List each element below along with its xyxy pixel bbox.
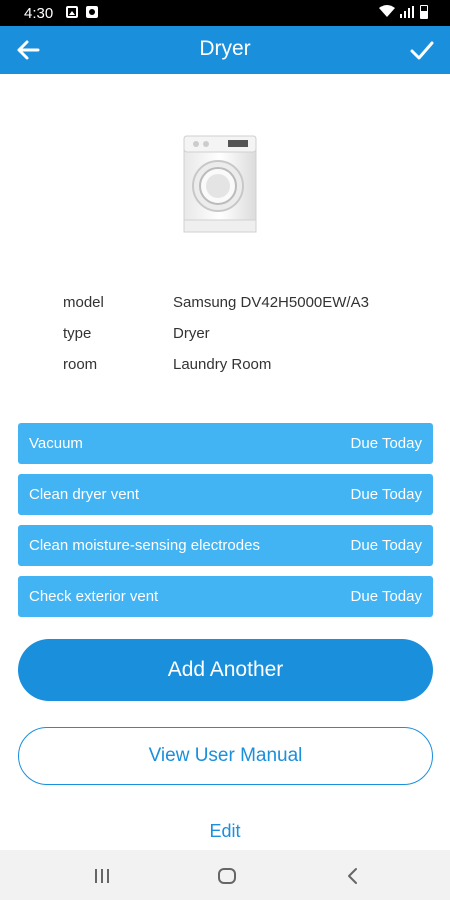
signal-icon [400, 6, 414, 18]
check-icon[interactable] [406, 34, 438, 66]
edit-link[interactable]: Edit [0, 821, 450, 842]
page-title: Dryer [199, 37, 251, 60]
app-bar: Dryer [0, 26, 450, 74]
gallery-icon [66, 6, 78, 18]
task-name: Check exterior vent [29, 588, 159, 605]
task-name: Clean moisture-sensing electrodes [29, 537, 260, 554]
detail-value: Dryer [173, 325, 210, 342]
app-notification-icon [86, 6, 98, 18]
task-name: Clean dryer vent [29, 486, 140, 503]
system-nav-bar [0, 850, 450, 900]
task-item[interactable]: Clean moisture-sensing electrodes Due To… [18, 525, 433, 566]
dryer-image [183, 135, 257, 233]
back-icon[interactable] [343, 866, 363, 886]
detail-value: Samsung DV42H5000EW/A3 [173, 294, 369, 311]
battery-icon [420, 5, 428, 19]
home-icon[interactable] [217, 866, 237, 886]
detail-label: model [63, 294, 104, 311]
detail-label: room [63, 356, 98, 373]
detail-value: Laundry Room [173, 356, 272, 373]
task-name: Vacuum [29, 435, 83, 452]
task-due: Due Today [350, 537, 422, 554]
detail-label: type [63, 325, 92, 342]
status-time: 4:30 [24, 5, 54, 22]
task-due: Due Today [350, 435, 422, 452]
task-due: Due Today [350, 486, 422, 503]
add-another-button[interactable]: Add Another [18, 639, 433, 701]
task-item[interactable]: Vacuum Due Today [18, 423, 433, 464]
task-due: Due Today [350, 588, 422, 605]
status-bar: 4:30 [0, 0, 450, 26]
task-item[interactable]: Clean dryer vent Due Today [18, 474, 433, 515]
view-user-manual-button[interactable]: View User Manual [18, 727, 433, 785]
recent-apps-icon[interactable] [92, 866, 112, 886]
wifi-icon [379, 5, 395, 17]
task-item[interactable]: Check exterior vent Due Today [18, 576, 433, 617]
task-list: Vacuum Due Today Clean dryer vent Due To… [18, 423, 433, 627]
